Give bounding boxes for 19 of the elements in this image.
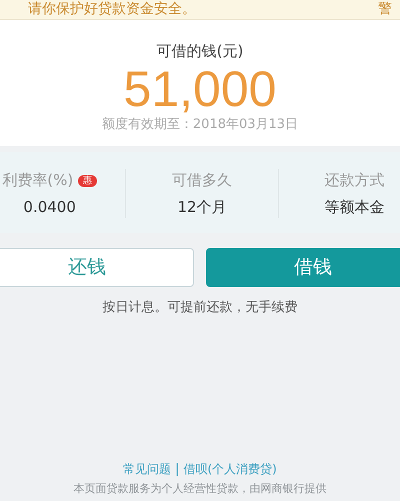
stat-label: 可借多久 [172,171,232,189]
amount-value: 51,000 [122,62,278,115]
disclaimer-text: 本页面贷款服务为个人经营性贷款，由网商银行提供 [72,481,328,497]
notice-text: 警 [378,1,392,18]
discount-badge: 惠 [78,175,98,187]
stat-value: 12个月 [176,196,228,218]
validity-text: 额度有效期至：2018年03月13日 [100,116,300,134]
amount-label: 可借的钱(元) [156,41,244,62]
borrow-button[interactable]: 借钱 [206,248,400,287]
stat-value: 等额本金 [323,196,386,218]
footer-link[interactable]: 借呗(个人消费贷) [184,462,277,476]
stat-label: 利费率(%) [2,171,74,189]
separator-text: | [175,462,180,477]
repay-button[interactable]: 还钱 [0,248,194,287]
footer-link[interactable]: 常见问题 [123,462,172,476]
stat-value: 0.0400 [22,196,77,218]
note-text: 按日计息。可提前还款，无手续费 [102,299,298,317]
notice-text: 请你保护好贷款资金安全。 [28,1,196,18]
stat-label: 还款方式 [324,171,384,189]
